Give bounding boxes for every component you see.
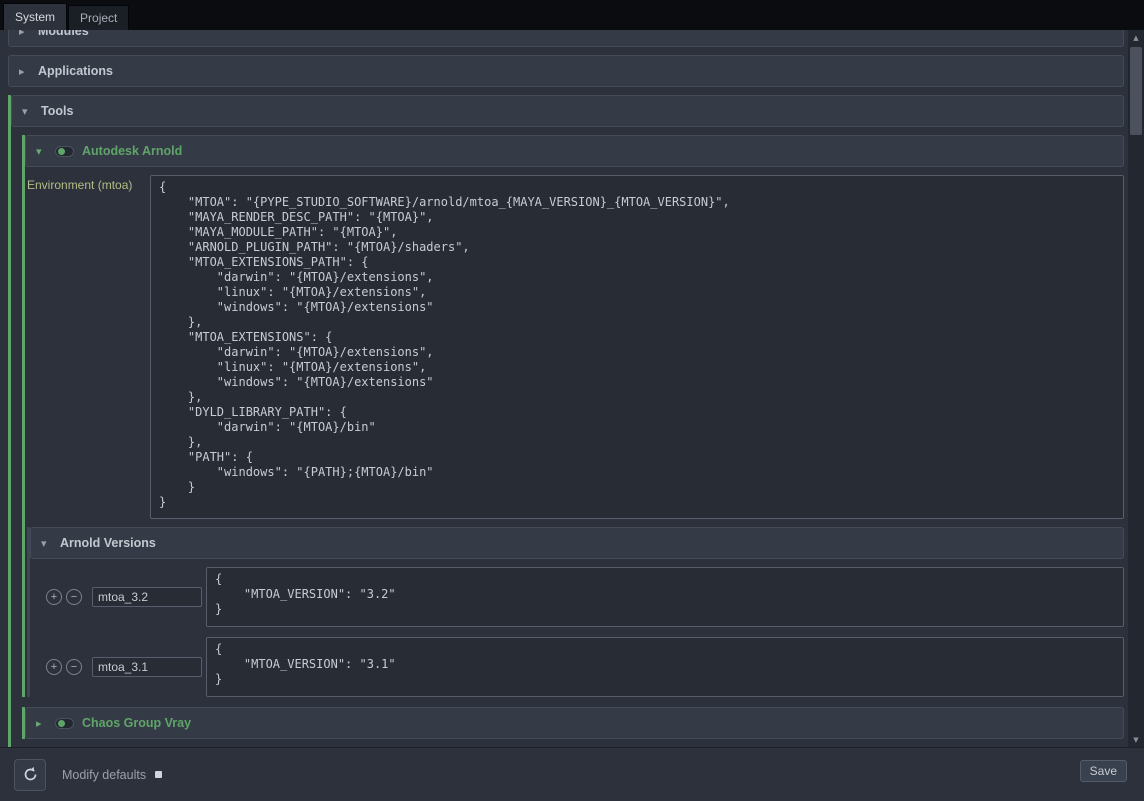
tab-system-label: System bbox=[15, 10, 55, 24]
refresh-button[interactable] bbox=[14, 759, 46, 791]
versions-content: + − { "MTOA_VERSION": "3.2" } + − bbox=[30, 567, 1124, 697]
section-header-tools[interactable]: ▾ Tools bbox=[11, 95, 1124, 127]
settings-content: ▸ Modules ▸ Applications ▾ Tools ▾ bbox=[0, 30, 1128, 747]
minus-icon: − bbox=[71, 661, 77, 673]
caret-down-icon: ▾ bbox=[22, 105, 36, 118]
modify-defaults-label: Modify defaults bbox=[62, 768, 146, 782]
scroll-down-button[interactable]: ▼ bbox=[1128, 732, 1144, 747]
section-label-modules: Modules bbox=[38, 30, 89, 38]
version-name-input[interactable] bbox=[92, 657, 202, 677]
modify-defaults-checkbox[interactable] bbox=[155, 771, 162, 778]
group-chaos-vray: ▸ Chaos Group Vray bbox=[22, 707, 1124, 739]
version-name-input[interactable] bbox=[92, 587, 202, 607]
caret-right-icon: ▸ bbox=[19, 65, 33, 78]
settings-scroll-area: ▸ Modules ▸ Applications ▾ Tools ▾ bbox=[0, 30, 1128, 747]
arnold-enabled-toggle[interactable] bbox=[55, 146, 74, 157]
add-version-button[interactable]: + bbox=[46, 589, 62, 605]
group-label-chaos-vray: Chaos Group Vray bbox=[82, 716, 191, 730]
scroll-up-button[interactable]: ▲ bbox=[1128, 30, 1144, 45]
group-label-autodesk-arnold: Autodesk Arnold bbox=[82, 144, 182, 158]
section-label-applications: Applications bbox=[38, 64, 113, 78]
tab-project-label: Project bbox=[80, 11, 117, 25]
version-json-editor[interactable]: { "MTOA_VERSION": "3.2" } bbox=[206, 567, 1124, 627]
caret-right-icon: ▸ bbox=[19, 30, 33, 38]
environment-json-editor[interactable]: { "MTOA": "{PYPE_STUDIO_SOFTWARE}/arnold… bbox=[150, 175, 1124, 519]
tab-bar: System Project bbox=[0, 0, 1144, 30]
section-tools: ▾ Tools ▾ Autodesk Arnold Environment (m… bbox=[8, 95, 1124, 747]
tools-content: ▾ Autodesk Arnold Environment (mtoa) { "… bbox=[11, 135, 1124, 747]
vray-enabled-toggle[interactable] bbox=[55, 718, 74, 729]
group-header-autodesk-arnold[interactable]: ▾ Autodesk Arnold bbox=[25, 135, 1124, 167]
tab-project[interactable]: Project bbox=[68, 5, 129, 30]
plus-icon: + bbox=[51, 591, 57, 603]
environment-row: Environment (mtoa) { "MTOA": "{PYPE_STUD… bbox=[27, 175, 1124, 519]
version-row: + − { "MTOA_VERSION": "3.2" } bbox=[46, 567, 1124, 627]
save-button[interactable]: Save bbox=[1080, 760, 1127, 782]
version-json-editor[interactable]: { "MTOA_VERSION": "3.1" } bbox=[206, 637, 1124, 697]
section-header-applications[interactable]: ▸ Applications bbox=[8, 55, 1124, 87]
section-label-tools: Tools bbox=[41, 104, 73, 118]
group-autodesk-arnold: ▾ Autodesk Arnold Environment (mtoa) { "… bbox=[22, 135, 1124, 697]
section-header-modules[interactable]: ▸ Modules bbox=[8, 30, 1124, 47]
remove-version-button[interactable]: − bbox=[66, 589, 82, 605]
minus-icon: − bbox=[71, 591, 77, 603]
arnold-content: Environment (mtoa) { "MTOA": "{PYPE_STUD… bbox=[25, 175, 1124, 697]
group-header-arnold-versions[interactable]: ▾ Arnold Versions bbox=[30, 527, 1124, 559]
vertical-scrollbar[interactable]: ▲ ▼ bbox=[1128, 30, 1144, 747]
environment-label: Environment (mtoa) bbox=[27, 175, 150, 192]
refresh-icon bbox=[22, 766, 39, 783]
caret-down-icon: ▾ bbox=[41, 537, 55, 550]
caret-right-icon: ▸ bbox=[36, 717, 50, 730]
scrollbar-thumb[interactable] bbox=[1130, 47, 1142, 135]
version-row: + − { "MTOA_VERSION": "3.1" } bbox=[46, 637, 1124, 697]
add-version-button[interactable]: + bbox=[46, 659, 62, 675]
plus-icon: + bbox=[51, 661, 57, 673]
group-arnold-versions: ▾ Arnold Versions + − { "MTOA_VERSION": … bbox=[27, 527, 1124, 697]
footer-bar: Modify defaults Save bbox=[0, 747, 1144, 801]
group-label-arnold-versions: Arnold Versions bbox=[60, 536, 156, 550]
remove-version-button[interactable]: − bbox=[66, 659, 82, 675]
tab-system[interactable]: System bbox=[3, 3, 67, 30]
caret-down-icon: ▾ bbox=[36, 145, 50, 158]
group-header-chaos-vray[interactable]: ▸ Chaos Group Vray bbox=[25, 707, 1124, 739]
settings-window: System Project ▸ Modules ▸ Applications … bbox=[0, 0, 1144, 801]
